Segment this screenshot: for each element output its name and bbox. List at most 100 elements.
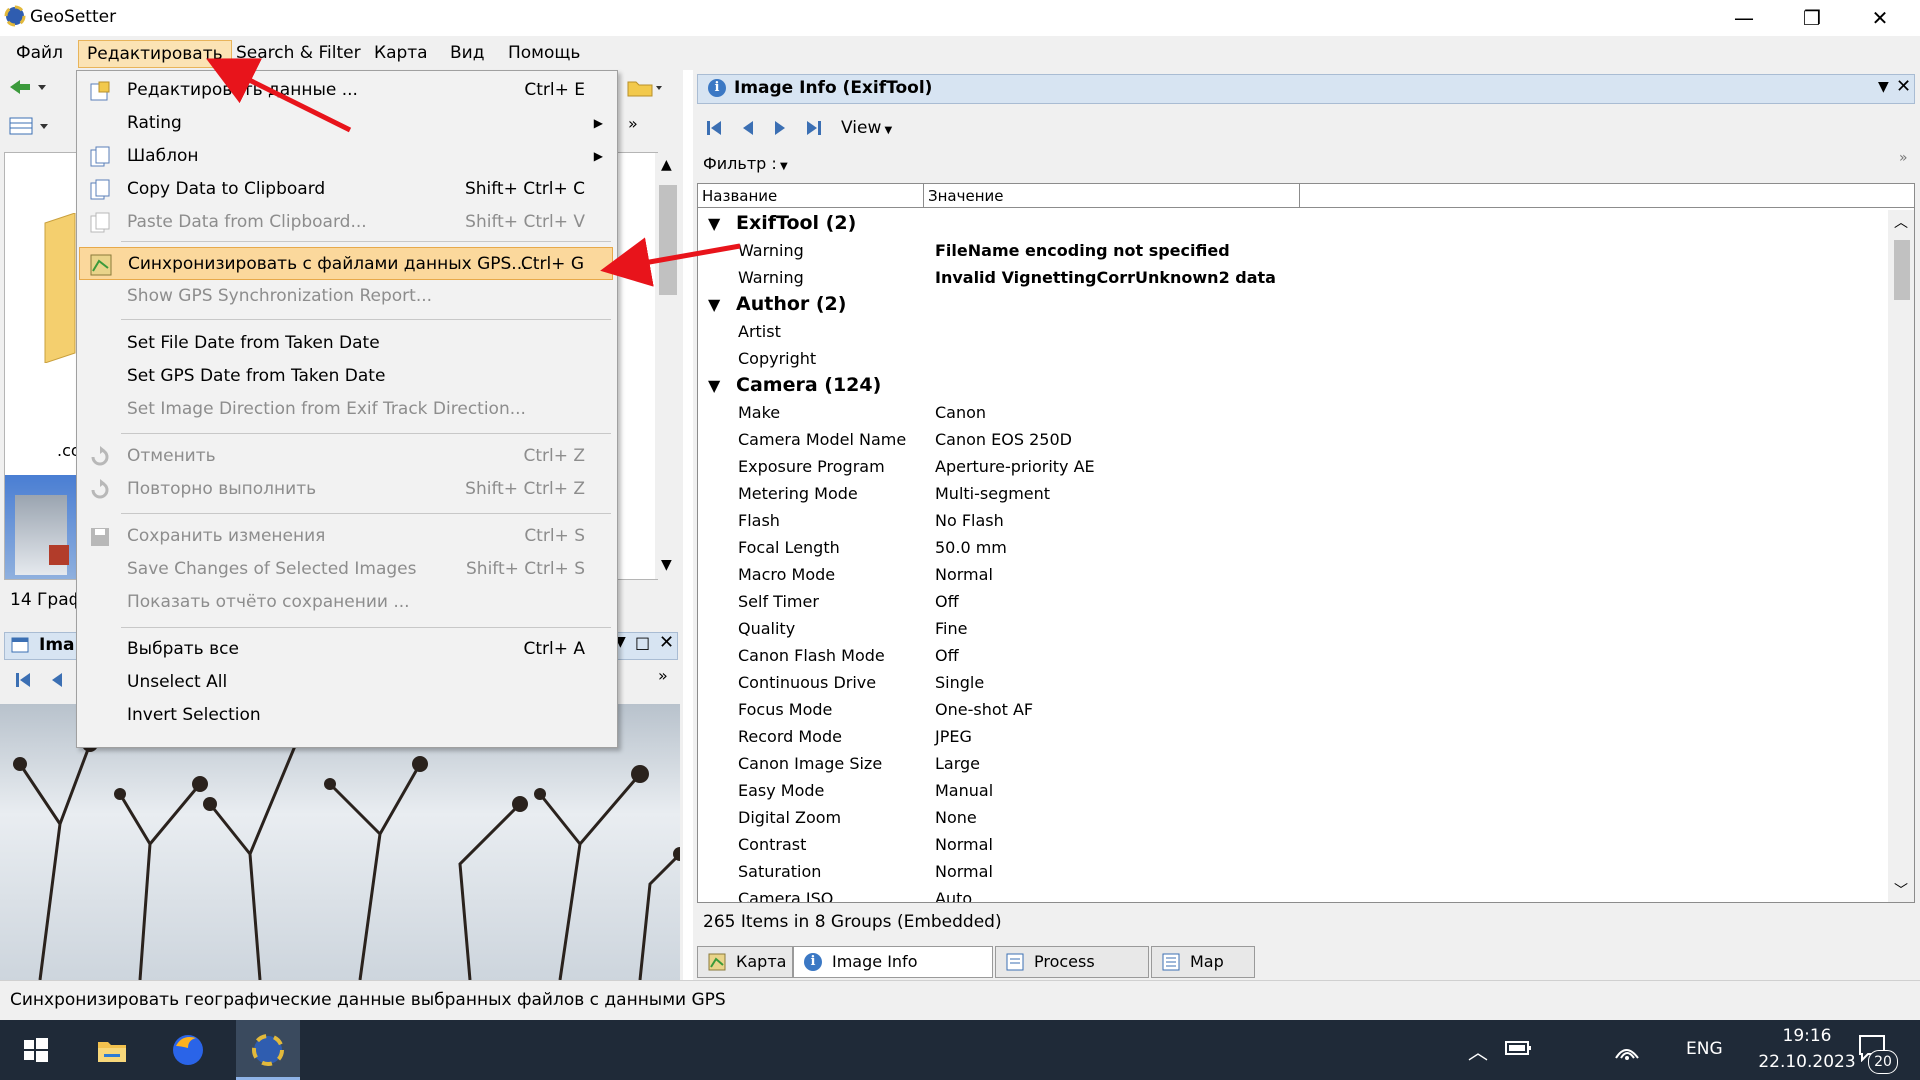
menu-view[interactable]: Вид bbox=[442, 40, 492, 66]
filter-button[interactable]: Фильтр : ▼ bbox=[703, 154, 788, 173]
close-button[interactable]: ✕ bbox=[1846, 0, 1914, 36]
table-row[interactable]: Record Mode JPEG bbox=[698, 723, 1888, 750]
group-row[interactable]: ▼ ExifTool (2) bbox=[698, 210, 1888, 237]
minimize-button[interactable]: — bbox=[1710, 0, 1778, 36]
tray-chevron-up-icon[interactable]: ︿ bbox=[1468, 1036, 1488, 1065]
file-explorer-icon[interactable] bbox=[90, 1028, 134, 1072]
menu-item-label: Отменить bbox=[127, 446, 216, 466]
last-record-icon[interactable] bbox=[805, 118, 823, 138]
col-header-value[interactable]: Значение bbox=[924, 184, 1300, 208]
pane-close-icon[interactable]: ✕ bbox=[659, 632, 674, 653]
table-row[interactable]: Artist bbox=[698, 318, 1888, 345]
table-row[interactable]: Contrast Normal bbox=[698, 831, 1888, 858]
tab-map[interactable]: Карта bbox=[697, 946, 793, 978]
more-chevron-icon[interactable]: » bbox=[628, 114, 638, 133]
menu-item[interactable]: Редактировать данные ... Ctrl+ E bbox=[79, 74, 613, 107]
info-tab-icon: i bbox=[804, 953, 822, 971]
menu-item[interactable]: Синхронизировать с файлами данных GPS...… bbox=[79, 247, 613, 280]
group-row[interactable]: ▼ Camera (124) bbox=[698, 372, 1888, 399]
table-row[interactable]: Focus Mode One-shot AF bbox=[698, 696, 1888, 723]
table-row[interactable]: Canon Flash Mode Off bbox=[698, 642, 1888, 669]
windows-start-icon[interactable] bbox=[14, 1028, 58, 1072]
col-header-name[interactable]: Название bbox=[698, 184, 924, 208]
edit-menu-dropdown: Редактировать данные ... Ctrl+ E Rating ▶ Ша… bbox=[76, 70, 618, 748]
menu-item[interactable]: Шаблон ▶ bbox=[79, 140, 613, 173]
table-row[interactable]: Warning FileName encoding not specified bbox=[698, 237, 1888, 264]
table-row[interactable]: Camera Model Name Canon EOS 250D bbox=[698, 426, 1888, 453]
menu-item[interactable]: Set File Date from Taken Date bbox=[79, 327, 613, 360]
row-value: Manual bbox=[935, 781, 994, 800]
group-row[interactable]: ▼ Author (2) bbox=[698, 291, 1888, 318]
table-row[interactable]: Make Canon bbox=[698, 399, 1888, 426]
scroll-thumb[interactable] bbox=[1894, 240, 1910, 300]
scroll-up-icon[interactable]: ︿ bbox=[1894, 212, 1908, 232]
firefox-icon[interactable] bbox=[166, 1028, 210, 1072]
exif-grid: Название Значение ▼ ExifTool (2) Warning Fi… bbox=[697, 183, 1915, 903]
prev-image-icon[interactable] bbox=[50, 670, 64, 690]
next-record-icon[interactable] bbox=[773, 118, 787, 138]
clock-date[interactable]: 22.10.2023 bbox=[1742, 1052, 1872, 1072]
wifi-icon[interactable] bbox=[1612, 1036, 1640, 1062]
menu-help[interactable]: Помощь bbox=[500, 40, 588, 66]
menu-item[interactable]: Invert Selection bbox=[79, 699, 613, 732]
back-arrow-icon[interactable] bbox=[8, 78, 48, 96]
group-expand-icon[interactable]: ▼ bbox=[708, 372, 720, 399]
menu-edit[interactable]: Редактировать bbox=[78, 40, 232, 68]
menu-map[interactable]: Карта bbox=[366, 40, 436, 66]
row-name: Copyright bbox=[738, 349, 817, 368]
tab-map-log[interactable]: Map Log bbox=[1151, 946, 1255, 1001]
thumbnail-selected[interactable] bbox=[5, 475, 77, 579]
view-menu-button[interactable]: View ▼ bbox=[841, 118, 892, 138]
scroll-down-icon[interactable]: ﹀ bbox=[1894, 880, 1908, 900]
maximize-button[interactable]: ❐ bbox=[1778, 0, 1846, 36]
first-image-icon[interactable] bbox=[14, 670, 32, 690]
table-row[interactable]: Copyright bbox=[698, 345, 1888, 372]
language-indicator[interactable]: ENG bbox=[1686, 1039, 1723, 1059]
table-row[interactable]: Metering Mode Multi-segment bbox=[698, 480, 1888, 507]
menu-item[interactable]: Rating ▶ bbox=[79, 107, 613, 140]
tab-image-info[interactable]: i Image Info (ExifTool) bbox=[793, 946, 993, 1001]
table-row[interactable]: Saturation Normal bbox=[698, 858, 1888, 885]
table-row[interactable]: Exposure Program Aperture-priority AE bbox=[698, 453, 1888, 480]
table-row[interactable]: Canon Image Size Large bbox=[698, 750, 1888, 777]
menu-item-label: Выбрать все bbox=[127, 639, 239, 659]
table-row[interactable]: Continuous Drive Single bbox=[698, 669, 1888, 696]
file-browser-scrollbar[interactable]: ▲ ▼ bbox=[655, 153, 681, 579]
menu-item[interactable]: Set GPS Date from Taken Date bbox=[79, 360, 613, 393]
menu-item: Save Changes of Selected Images Shift+ Ct… bbox=[79, 553, 613, 586]
battery-icon[interactable] bbox=[1504, 1036, 1532, 1060]
table-row[interactable]: Focal Length 50.0 mm bbox=[698, 534, 1888, 561]
table-row[interactable]: Camera ISO Auto bbox=[698, 885, 1888, 902]
row-value: Auto bbox=[935, 889, 973, 902]
view-mode-icon[interactable] bbox=[8, 116, 52, 136]
template-icon bbox=[89, 146, 111, 168]
image-pane-more-icon[interactable]: » bbox=[658, 666, 668, 685]
prev-record-icon[interactable] bbox=[741, 118, 755, 138]
group-expand-icon[interactable]: ▼ bbox=[708, 210, 720, 237]
pane-restore-icon[interactable]: □ bbox=[635, 633, 650, 652]
table-row[interactable]: Flash No Flash bbox=[698, 507, 1888, 534]
tab-process-queue[interactable]: Process Queue bbox=[995, 946, 1149, 1001]
table-row[interactable]: Warning Invalid VignettingCorrUnknown2 da… bbox=[698, 264, 1888, 291]
menu-item[interactable]: Выбрать все Ctrl+ A bbox=[79, 633, 613, 666]
menu-search-filter[interactable]: Search & Filter bbox=[228, 40, 369, 66]
header-dropdown-icon[interactable]: ▼ bbox=[1878, 79, 1889, 95]
geosetter-taskbar-button[interactable] bbox=[236, 1020, 300, 1080]
menu-file[interactable]: Файл bbox=[8, 40, 71, 66]
group-expand-icon[interactable]: ▼ bbox=[708, 291, 720, 318]
clock-time[interactable]: 19:16 bbox=[1764, 1026, 1850, 1046]
table-row[interactable]: Easy Mode Manual bbox=[698, 777, 1888, 804]
map-tab-icon bbox=[708, 953, 726, 971]
table-row[interactable]: Quality Fine bbox=[698, 615, 1888, 642]
table-row[interactable]: Digital Zoom None bbox=[698, 804, 1888, 831]
grid-scrollbar[interactable]: ︿ ﹀ bbox=[1888, 210, 1914, 902]
header-close-icon[interactable]: ✕ bbox=[1896, 76, 1911, 97]
menu-item-shortcut: Shift+ Ctrl+ V bbox=[465, 212, 585, 232]
menu-item[interactable]: Unselect All bbox=[79, 666, 613, 699]
favorites-folder-icon[interactable] bbox=[626, 76, 664, 98]
menu-item[interactable]: Copy Data to Clipboard Shift+ Ctrl+ C bbox=[79, 173, 613, 206]
filter-expand-icon[interactable]: » bbox=[1899, 150, 1908, 166]
table-row[interactable]: Self Timer Off bbox=[698, 588, 1888, 615]
table-row[interactable]: Macro Mode Normal bbox=[698, 561, 1888, 588]
first-record-icon[interactable] bbox=[705, 118, 723, 138]
